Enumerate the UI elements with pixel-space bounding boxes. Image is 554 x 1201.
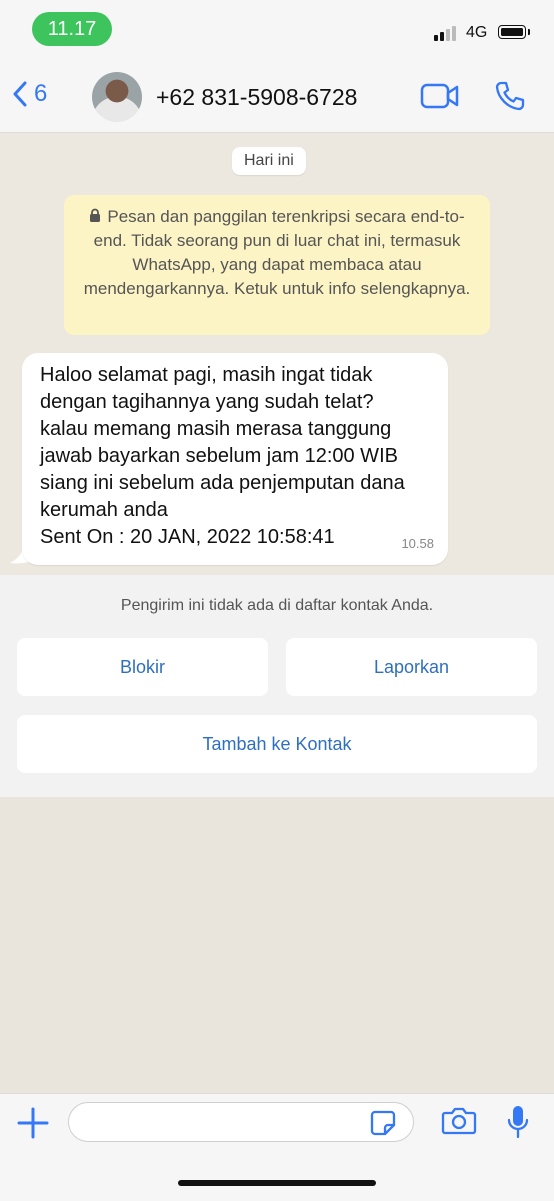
encryption-notice-text: Pesan dan panggilan terenkripsi secara e… xyxy=(83,207,471,298)
avatar[interactable] xyxy=(92,72,142,122)
chat-background xyxy=(0,797,554,1093)
video-call-button[interactable] xyxy=(420,82,460,115)
camera-button[interactable] xyxy=(441,1106,477,1141)
chat-header: 6 +62 831-5908-6728 xyxy=(0,60,554,133)
message-text: Haloo selamat pagi, masih ingat tidak de… xyxy=(40,364,405,548)
status-time: 11.17 xyxy=(32,12,112,46)
encryption-notice[interactable]: Pesan dan panggilan terenkripsi secara e… xyxy=(64,195,490,335)
back-chevron-icon xyxy=(13,81,27,107)
microphone-button[interactable] xyxy=(506,1104,530,1145)
home-indicator xyxy=(178,1180,376,1186)
microphone-icon xyxy=(507,1106,529,1139)
contact-name[interactable]: +62 831-5908-6728 xyxy=(156,84,357,111)
unknown-sender-panel: Pengirim ini tidak ada di daftar kontak … xyxy=(0,575,554,797)
lock-icon xyxy=(90,208,101,222)
add-contact-button[interactable]: Tambah ke Kontak xyxy=(17,715,537,773)
message-time: 10.58 xyxy=(401,536,434,551)
battery-icon xyxy=(498,25,530,39)
network-label: 4G xyxy=(466,24,488,41)
signal-icon xyxy=(434,26,456,41)
chat-area[interactable]: Hari ini Pesan dan panggilan terenkripsi… xyxy=(0,133,554,575)
attach-button[interactable] xyxy=(16,1106,50,1145)
sticker-icon xyxy=(370,1110,396,1136)
sticker-button[interactable] xyxy=(370,1110,396,1141)
unread-count: 6 xyxy=(34,80,48,107)
voice-call-button[interactable] xyxy=(494,80,526,117)
status-bar: 11.17 4G xyxy=(0,0,554,60)
date-chip: Hari ini xyxy=(232,147,306,175)
message-input[interactable] xyxy=(68,1102,414,1142)
camera-icon xyxy=(441,1107,477,1135)
message-composer xyxy=(0,1093,554,1201)
video-call-icon xyxy=(420,83,459,109)
back-button[interactable]: 6 xyxy=(12,80,47,108)
message-bubble[interactable]: Haloo selamat pagi, masih ingat tidak de… xyxy=(22,353,448,565)
plus-icon xyxy=(17,1107,49,1139)
unknown-sender-notice: Pengirim ini tidak ada di daftar kontak … xyxy=(120,597,434,614)
report-button[interactable]: Laporkan xyxy=(286,638,537,696)
voice-call-icon xyxy=(495,81,525,111)
block-button[interactable]: Blokir xyxy=(17,638,268,696)
